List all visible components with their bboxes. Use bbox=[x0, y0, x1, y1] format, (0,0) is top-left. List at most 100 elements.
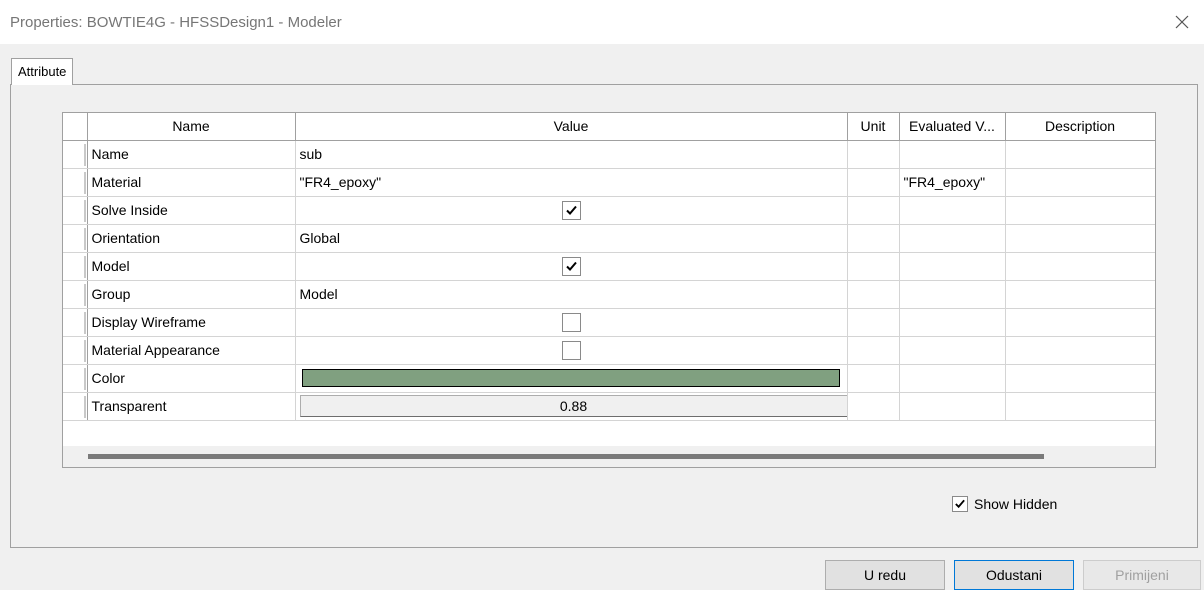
property-evaluated bbox=[898, 391, 1006, 421]
row-header[interactable] bbox=[63, 363, 88, 393]
property-name: Material Appearance bbox=[86, 335, 296, 365]
property-evaluated bbox=[898, 251, 1006, 281]
property-name: Color bbox=[86, 363, 296, 393]
property-description[interactable] bbox=[1004, 307, 1155, 337]
property-unit bbox=[846, 307, 900, 337]
ok-button[interactable]: U redu bbox=[825, 560, 945, 590]
property-description[interactable] bbox=[1004, 279, 1155, 309]
property-value bbox=[294, 307, 848, 337]
tab-attribute[interactable]: Attribute bbox=[11, 58, 74, 85]
table-row[interactable]: Display Wireframe bbox=[63, 307, 1155, 337]
property-description[interactable] bbox=[1004, 391, 1155, 421]
material-appearance-checkbox[interactable] bbox=[561, 340, 581, 360]
row-header[interactable] bbox=[63, 167, 88, 197]
property-evaluated bbox=[898, 279, 1006, 309]
property-evaluated bbox=[898, 195, 1006, 225]
property-unit bbox=[846, 335, 900, 365]
property-evaluated: "FR4_epoxy" bbox=[898, 167, 1006, 197]
show-hidden-label: Show Hidden bbox=[974, 496, 1058, 512]
property-table: Name Value Unit Evaluated V... Descripti… bbox=[63, 113, 1155, 421]
table-row[interactable]: Model bbox=[63, 251, 1155, 281]
property-name: Orientation bbox=[86, 223, 296, 253]
checkmark-icon bbox=[565, 205, 577, 215]
horizontal-scrollbar[interactable] bbox=[62, 446, 1156, 468]
property-description[interactable] bbox=[1004, 335, 1155, 365]
property-unit bbox=[846, 279, 900, 309]
column-header-description[interactable]: Description bbox=[1004, 113, 1155, 141]
table-row[interactable]: Orientation Global bbox=[63, 223, 1155, 253]
close-icon[interactable] bbox=[1170, 10, 1194, 34]
checkmark-icon bbox=[565, 261, 577, 271]
table-row[interactable]: Color bbox=[63, 363, 1155, 393]
row-header[interactable] bbox=[63, 251, 88, 281]
property-name: Display Wireframe bbox=[86, 307, 296, 337]
table-row[interactable]: Solve Inside bbox=[63, 195, 1155, 225]
property-evaluated bbox=[898, 139, 1006, 169]
color-swatch[interactable] bbox=[302, 369, 840, 387]
transparent-value-button[interactable]: 0.88 bbox=[299, 395, 846, 417]
property-evaluated bbox=[898, 307, 1006, 337]
property-name: Transparent bbox=[86, 391, 296, 421]
row-header[interactable] bbox=[63, 223, 88, 253]
model-checkbox[interactable] bbox=[561, 256, 581, 276]
apply-button[interactable]: Primijeni bbox=[1083, 560, 1201, 590]
column-header-name[interactable]: Name bbox=[86, 113, 296, 141]
property-unit bbox=[846, 139, 900, 169]
column-header-value[interactable]: Value bbox=[294, 113, 848, 141]
property-name: Solve Inside bbox=[86, 195, 296, 225]
property-value bbox=[294, 251, 848, 281]
property-unit bbox=[846, 363, 900, 393]
property-value bbox=[294, 195, 848, 225]
row-header[interactable] bbox=[63, 335, 88, 365]
property-value bbox=[294, 363, 848, 393]
cancel-button[interactable]: Odustani bbox=[954, 560, 1074, 590]
property-unit bbox=[846, 251, 900, 281]
property-name: Name bbox=[86, 139, 296, 169]
row-header[interactable] bbox=[63, 279, 88, 309]
property-unit bbox=[846, 167, 900, 197]
table-row[interactable]: Group Model bbox=[63, 279, 1155, 309]
solve-inside-checkbox[interactable] bbox=[561, 200, 581, 220]
table-row[interactable]: Material "FR4_epoxy" "FR4_epoxy" bbox=[63, 167, 1155, 197]
display-wireframe-checkbox[interactable] bbox=[561, 312, 581, 332]
property-name: Model bbox=[86, 251, 296, 281]
property-name: Material bbox=[86, 167, 296, 197]
row-header[interactable] bbox=[63, 307, 88, 337]
property-unit bbox=[846, 391, 900, 421]
property-unit bbox=[846, 195, 900, 225]
window-title: Properties: BOWTIE4G - HFSSDesign1 - Mod… bbox=[10, 14, 342, 31]
grid-corner bbox=[63, 113, 88, 141]
checkmark-icon bbox=[955, 499, 965, 509]
property-unit bbox=[846, 223, 900, 253]
property-value[interactable]: Global bbox=[294, 223, 848, 253]
row-header[interactable] bbox=[63, 391, 88, 421]
property-evaluated bbox=[898, 363, 1006, 393]
table-row[interactable]: Material Appearance bbox=[63, 335, 1155, 365]
property-description[interactable] bbox=[1004, 195, 1155, 225]
property-value bbox=[294, 335, 848, 365]
property-evaluated bbox=[898, 335, 1006, 365]
property-name: Group bbox=[86, 279, 296, 309]
property-description[interactable] bbox=[1004, 363, 1155, 393]
show-hidden-checkbox[interactable] bbox=[952, 496, 968, 512]
property-description[interactable] bbox=[1004, 223, 1155, 253]
column-header-evaluated-value[interactable]: Evaluated V... bbox=[898, 113, 1006, 141]
show-hidden-option[interactable]: Show Hidden bbox=[952, 494, 1057, 514]
table-row[interactable]: Transparent 0.88 bbox=[63, 391, 1155, 421]
property-grid: Name Value Unit Evaluated V... Descripti… bbox=[62, 112, 1156, 468]
property-description[interactable] bbox=[1004, 251, 1155, 281]
property-evaluated bbox=[898, 223, 1006, 253]
property-description[interactable] bbox=[1004, 139, 1155, 169]
grid-header-row: Name Value Unit Evaluated V... Descripti… bbox=[63, 113, 1155, 141]
property-value: 0.88 bbox=[294, 391, 848, 421]
table-row[interactable]: Name sub bbox=[63, 139, 1155, 169]
property-value[interactable]: sub bbox=[294, 139, 848, 169]
row-header[interactable] bbox=[63, 139, 88, 169]
property-value[interactable]: "FR4_epoxy" bbox=[294, 167, 848, 197]
scrollbar-thumb[interactable] bbox=[88, 454, 1044, 459]
column-header-unit[interactable]: Unit bbox=[846, 113, 900, 141]
row-header[interactable] bbox=[63, 195, 88, 225]
property-description[interactable] bbox=[1004, 167, 1155, 197]
title-bar: Properties: BOWTIE4G - HFSSDesign1 - Mod… bbox=[0, 0, 1204, 44]
property-value[interactable]: Model bbox=[294, 279, 848, 309]
